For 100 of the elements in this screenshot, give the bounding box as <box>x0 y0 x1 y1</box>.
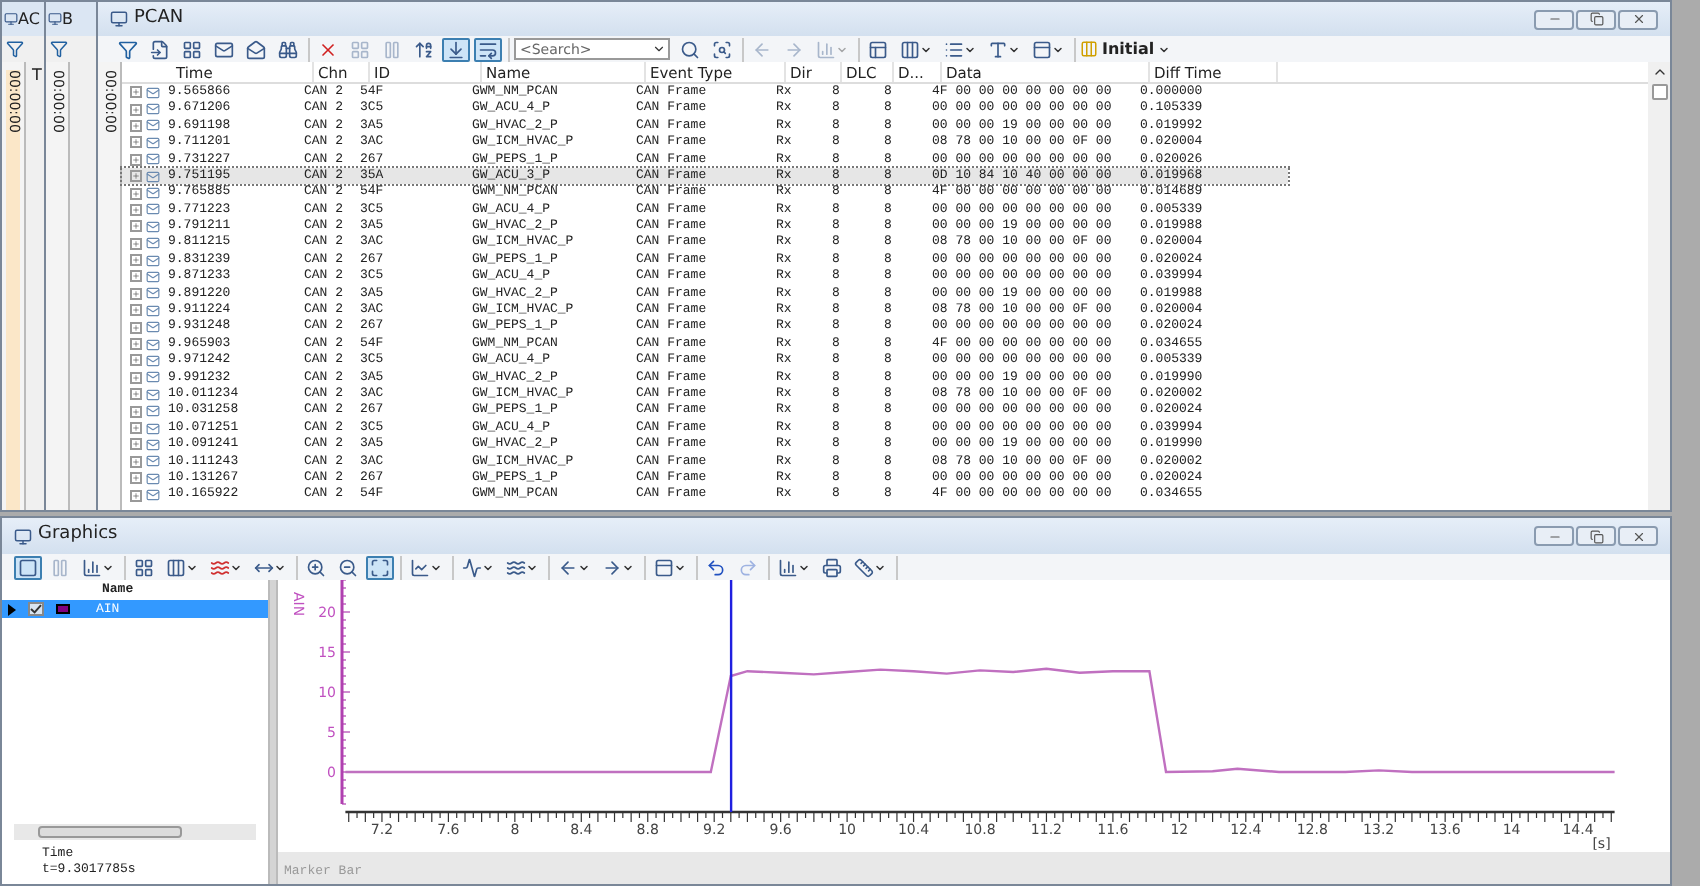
close-button[interactable] <box>1618 9 1658 29</box>
scroll-up-icon[interactable] <box>1651 64 1667 80</box>
printer-icon <box>822 557 842 577</box>
expand-icon[interactable] <box>130 405 142 418</box>
columns-button[interactable] <box>162 555 202 579</box>
window-icon <box>48 12 62 26</box>
columns-icon <box>166 557 186 577</box>
caret-icon <box>674 561 686 573</box>
type-icon <box>988 39 1008 59</box>
view-button[interactable]: Initial <box>1080 37 1171 61</box>
scroll-thumb[interactable] <box>1651 84 1667 100</box>
columns-button[interactable] <box>896 37 936 61</box>
window-icon <box>14 527 32 545</box>
caret-icon <box>920 43 932 55</box>
pause-icon <box>50 557 70 577</box>
expand-icon[interactable] <box>130 455 142 468</box>
caret-icon <box>430 561 442 573</box>
expand-icon[interactable] <box>130 438 142 451</box>
arrow-left-icon <box>752 39 772 59</box>
square-button[interactable] <box>14 555 42 579</box>
expand-icon[interactable] <box>130 187 142 200</box>
caret-icon <box>482 561 494 573</box>
expand-icon[interactable] <box>130 321 142 334</box>
expand-icon[interactable] <box>130 354 142 367</box>
expand-icon[interactable] <box>130 254 142 267</box>
scrollbar[interactable] <box>14 824 256 840</box>
scan-search-button[interactable] <box>708 37 736 61</box>
expand-icon[interactable] <box>130 472 142 485</box>
expand-icon[interactable] <box>130 270 142 283</box>
expand-icon[interactable] <box>130 86 142 99</box>
minimize-button[interactable] <box>1534 526 1574 546</box>
line-chart-button[interactable] <box>406 555 446 579</box>
line-chart-icon <box>410 557 430 577</box>
row-pointer-icon <box>8 603 16 615</box>
arrow-down-line-icon <box>446 39 466 59</box>
sort-button[interactable] <box>410 37 438 61</box>
expand-icon[interactable] <box>130 371 142 384</box>
expand-icon[interactable] <box>130 136 142 149</box>
expand-icon[interactable] <box>130 489 142 502</box>
panel-button[interactable] <box>650 555 690 579</box>
bar-chart-button[interactable] <box>78 555 118 579</box>
panel-button[interactable] <box>1028 37 1068 61</box>
close-icon <box>1631 12 1645 26</box>
columns-icon <box>1080 40 1098 58</box>
expand-icon[interactable] <box>130 119 142 132</box>
zoom-in-button[interactable] <box>302 555 330 579</box>
arrow-right-icon <box>784 39 804 59</box>
expand-icon[interactable] <box>130 287 142 300</box>
expand-icon[interactable] <box>130 388 142 401</box>
grid-icon <box>134 557 154 577</box>
expand-icon[interactable] <box>130 203 142 216</box>
envelope-button[interactable] <box>210 37 238 61</box>
expand-icon[interactable] <box>130 220 142 233</box>
caret-icon <box>836 43 848 55</box>
expand-icon[interactable] <box>130 338 142 351</box>
funnel-button[interactable] <box>114 37 142 61</box>
waves-button[interactable] <box>206 555 246 579</box>
zoom-out-icon <box>338 557 358 577</box>
caret-icon <box>578 561 590 573</box>
minimize-button[interactable] <box>1534 9 1574 29</box>
scrollbar[interactable] <box>1648 62 1670 510</box>
grid-icon <box>182 39 202 59</box>
file-arrow-button[interactable] <box>146 37 174 61</box>
scroll-thumb[interactable] <box>38 826 182 838</box>
expand-icon[interactable] <box>130 237 142 250</box>
layout-button[interactable] <box>864 37 892 61</box>
pause-icon <box>382 39 402 59</box>
marker-line[interactable] <box>729 580 733 812</box>
ruler-button[interactable] <box>850 555 890 579</box>
mail-open-button[interactable] <box>242 37 270 61</box>
mail-open-icon <box>246 39 266 59</box>
grid-button[interactable] <box>130 555 158 579</box>
expand-icon[interactable] <box>130 304 142 317</box>
caret-icon <box>186 561 198 573</box>
caret-icon <box>526 561 538 573</box>
printer-button[interactable] <box>818 555 846 579</box>
wrap-button[interactable] <box>474 37 502 61</box>
window-title: B <box>62 11 73 27</box>
expand-icon[interactable] <box>130 103 142 116</box>
search-button[interactable] <box>676 37 704 61</box>
close-button[interactable] <box>1618 526 1658 546</box>
binoculars-button[interactable] <box>274 37 302 61</box>
expand-icon[interactable] <box>130 153 142 166</box>
columns-icon <box>900 39 920 59</box>
zoom-out-button[interactable] <box>334 555 362 579</box>
arrow-down-line-button[interactable] <box>442 37 470 61</box>
scan-search-icon <box>712 39 732 59</box>
restore-button[interactable] <box>1576 9 1616 29</box>
pulse-button[interactable] <box>458 555 498 579</box>
grid-button[interactable] <box>178 37 206 61</box>
restore-button[interactable] <box>1576 526 1616 546</box>
expand-icon[interactable] <box>130 422 142 434</box>
maximize-button[interactable] <box>366 555 394 579</box>
list-icon <box>944 39 964 59</box>
color-swatch[interactable] <box>56 604 70 614</box>
window-title: PCAN <box>134 5 186 32</box>
caret-icon <box>964 43 976 55</box>
sort-icon <box>414 39 434 59</box>
bar-chart-button[interactable] <box>774 555 814 579</box>
checkbox[interactable] <box>28 602 44 616</box>
